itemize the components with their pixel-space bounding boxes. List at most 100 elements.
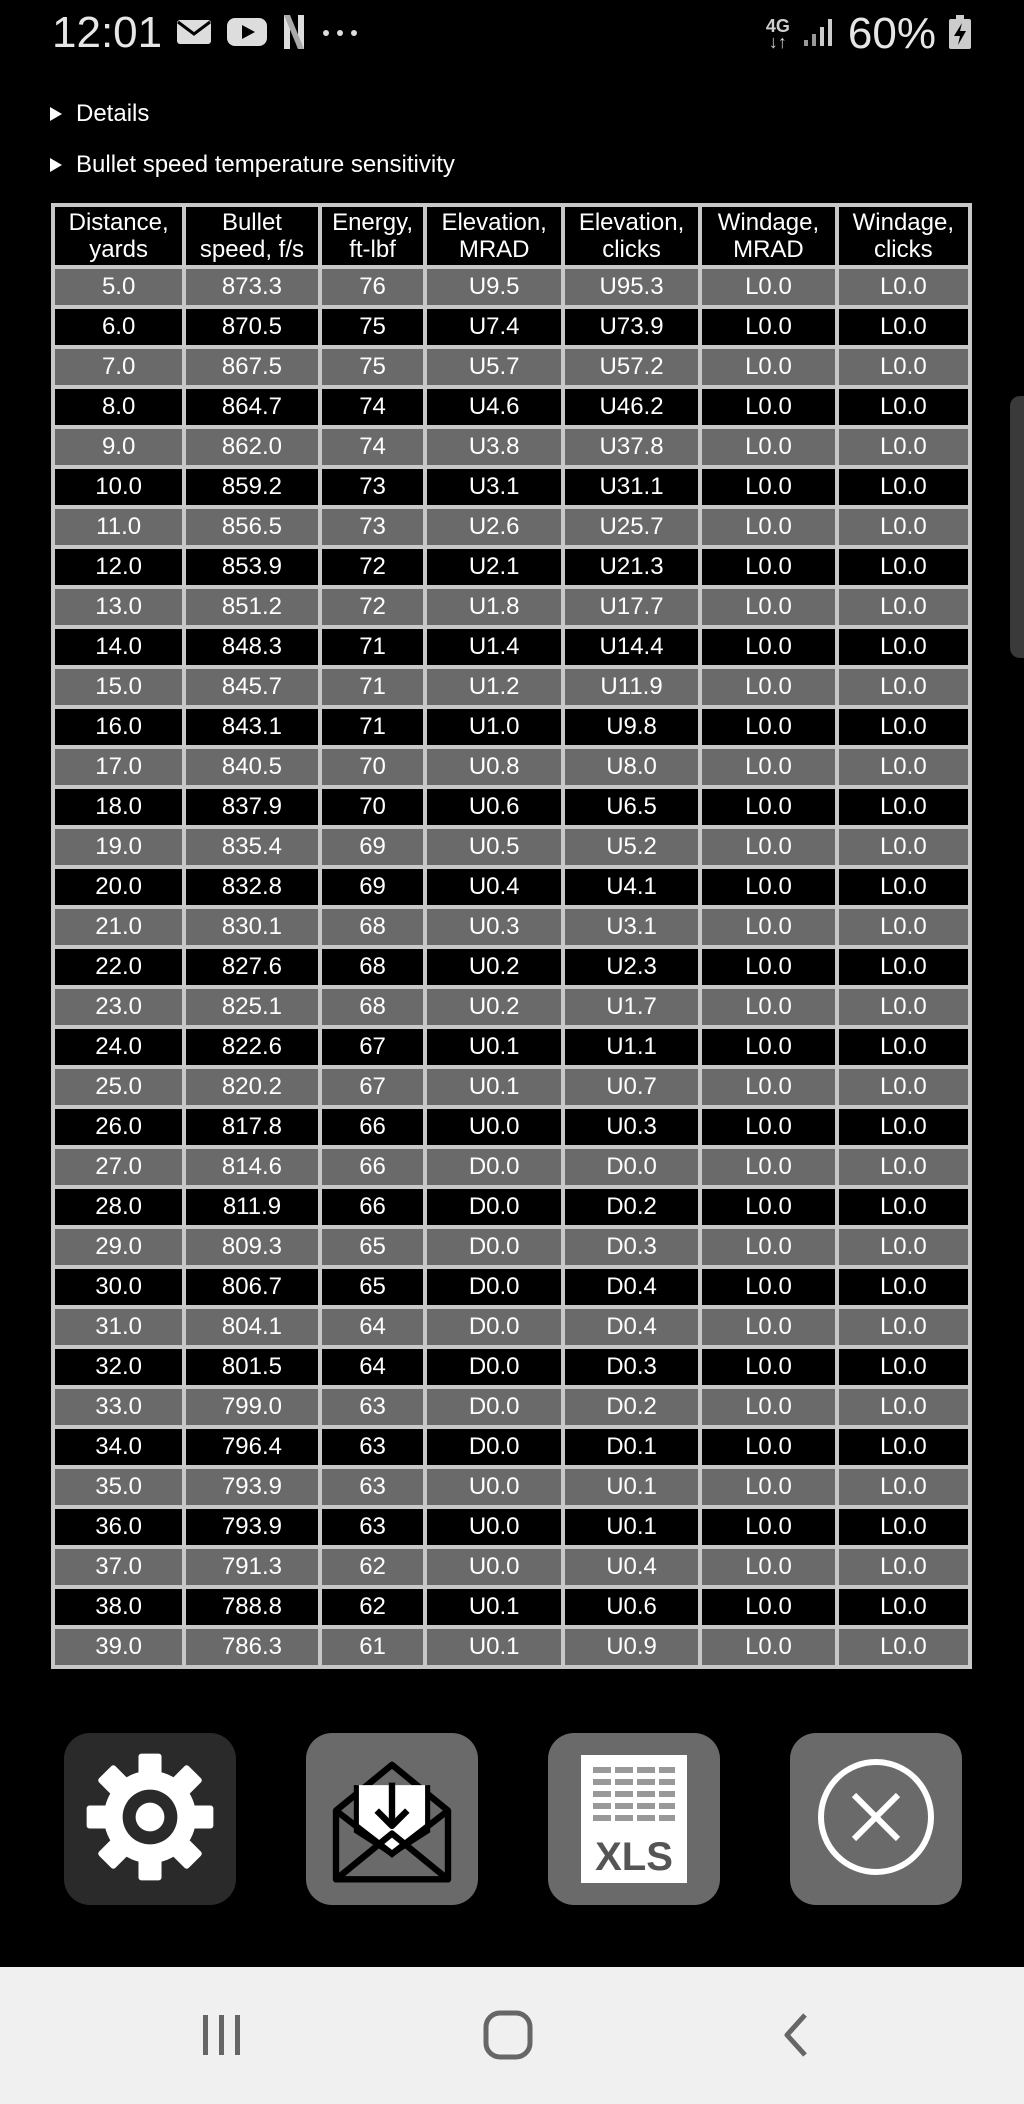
table-cell: 24.0 (55, 1029, 183, 1065)
table-cell: 63 (321, 1429, 424, 1465)
table-row: 6.0 870.5 75 U7.4 U73.9 L0.0 L0.0 (55, 309, 968, 345)
table-cell: 15.0 (55, 669, 183, 705)
header-line: MRAD (458, 236, 530, 263)
table-cell: 71 (321, 709, 424, 745)
close-button[interactable] (790, 1733, 962, 1905)
table-cell: 74 (321, 429, 424, 465)
table-cell: 73 (321, 469, 424, 505)
table-cell: 37.0 (55, 1549, 183, 1585)
email-export-button[interactable] (306, 1733, 478, 1905)
xls-icon: XLS (581, 1755, 687, 1883)
table-cell: U0.5 (427, 829, 561, 865)
table-cell: L0.0 (702, 1069, 835, 1105)
notification-icons (176, 14, 360, 54)
table-row: 36.0 793.9 63 U0.0 U0.1 L0.0 L0.0 (55, 1509, 968, 1545)
xls-export-button[interactable]: XLS (548, 1733, 720, 1905)
column-header: Elevation, MRAD (427, 207, 561, 265)
table-cell: 23.0 (55, 989, 183, 1025)
scrollbar-handle[interactable] (1010, 396, 1024, 658)
table-cell: D0.0 (427, 1269, 561, 1305)
table-cell: 65 (321, 1269, 424, 1305)
header-line: speed, f/s (199, 236, 304, 263)
table-cell: 8.0 (55, 389, 183, 425)
header-line: Elevation, (578, 209, 685, 236)
recent-apps-button[interactable] (192, 2007, 252, 2067)
table-row: 22.0 827.6 68 U0.2 U2.3 L0.0 L0.0 (55, 949, 968, 985)
table-cell: U5.7 (427, 349, 561, 385)
table-row: 24.0 822.6 67 U0.1 U1.1 L0.0 L0.0 (55, 1029, 968, 1065)
table-row: 17.0 840.5 70 U0.8 U8.0 L0.0 L0.0 (55, 749, 968, 785)
table-cell: 66 (321, 1109, 424, 1145)
table-cell: L0.0 (838, 309, 968, 345)
table-cell: 867.5 (186, 349, 318, 385)
table-cell: L0.0 (702, 1429, 835, 1465)
table-cell: 75 (321, 309, 424, 345)
sensitivity-toggle[interactable]: Bullet speed temperature sensitivity (50, 151, 455, 179)
table-cell: 63 (321, 1469, 424, 1505)
column-header: Bullet speed, f/s (186, 207, 318, 265)
table-row: 5.0 873.3 76 U9.5 U95.3 L0.0 L0.0 (55, 269, 968, 305)
table-cell: 804.1 (186, 1309, 318, 1345)
table-cell: 76 (321, 269, 424, 305)
table-cell: 65 (321, 1229, 424, 1265)
table-cell: 859.2 (186, 469, 318, 505)
table-cell: L0.0 (702, 1149, 835, 1185)
table-cell: L0.0 (838, 349, 968, 385)
table-cell: 862.0 (186, 429, 318, 465)
table-cell: L0.0 (702, 1189, 835, 1225)
table-cell: L0.0 (838, 1469, 968, 1505)
table-cell: U0.2 (427, 989, 561, 1025)
table-cell: U73.9 (564, 309, 699, 345)
details-toggle[interactable]: Details (50, 100, 149, 128)
table-row: 15.0 845.7 71 U1.2 U11.9 L0.0 L0.0 (55, 669, 968, 705)
table-cell: L0.0 (838, 949, 968, 985)
table-cell: U1.1 (564, 1029, 699, 1065)
table-cell: 16.0 (55, 709, 183, 745)
table-cell: U2.3 (564, 949, 699, 985)
table-cell: L0.0 (702, 869, 835, 905)
table-cell: L0.0 (838, 389, 968, 425)
table-cell: 72 (321, 549, 424, 585)
table-cell: 13.0 (55, 589, 183, 625)
table-cell: 74 (321, 389, 424, 425)
header-line: Windage, (852, 209, 954, 236)
table-cell: D0.3 (564, 1229, 699, 1265)
back-button[interactable] (766, 2007, 826, 2067)
table-cell: U0.1 (564, 1469, 699, 1505)
column-header: Distance, yards (55, 207, 183, 265)
table-cell: 791.3 (186, 1549, 318, 1585)
table-cell: 825.1 (186, 989, 318, 1025)
table-cell: 843.1 (186, 709, 318, 745)
table-cell: 801.5 (186, 1349, 318, 1385)
table-cell: U0.1 (427, 1629, 561, 1665)
table-cell: L0.0 (702, 349, 835, 385)
table-cell: D0.4 (564, 1309, 699, 1345)
table-cell: L0.0 (838, 869, 968, 905)
table-cell: 38.0 (55, 1589, 183, 1625)
table-cell: U1.4 (427, 629, 561, 665)
table-cell: L0.0 (838, 1149, 968, 1185)
home-button[interactable] (478, 2007, 538, 2067)
settings-button[interactable] (64, 1733, 236, 1905)
table-cell: 63 (321, 1389, 424, 1425)
table-cell: 811.9 (186, 1189, 318, 1225)
column-header: Windage, clicks (838, 207, 968, 265)
table-cell: 822.6 (186, 1029, 318, 1065)
table-cell: L0.0 (702, 1029, 835, 1065)
action-toolbar: XLS (0, 1733, 1024, 1905)
table-cell: L0.0 (702, 1509, 835, 1545)
table-cell: 62 (321, 1549, 424, 1585)
table-row: 16.0 843.1 71 U1.0 U9.8 L0.0 L0.0 (55, 709, 968, 745)
table-cell: U0.0 (427, 1549, 561, 1585)
table-cell: 68 (321, 949, 424, 985)
table-cell: 62 (321, 1589, 424, 1625)
table-row: 29.0 809.3 65 D0.0 D0.3 L0.0 L0.0 (55, 1229, 968, 1265)
table-cell: 827.6 (186, 949, 318, 985)
table-cell: L0.0 (702, 1309, 835, 1345)
table-cell: L0.0 (702, 1629, 835, 1665)
table-cell: U0.2 (427, 949, 561, 985)
table-cell: L0.0 (702, 1469, 835, 1505)
table-cell: L0.0 (838, 1029, 968, 1065)
table-cell: 835.4 (186, 829, 318, 865)
header-line: Elevation, (441, 209, 547, 236)
